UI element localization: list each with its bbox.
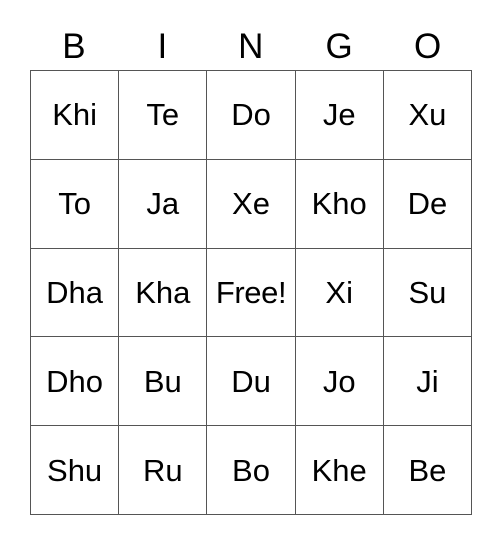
bingo-cell[interactable]: Ru [119, 426, 208, 515]
bingo-row: Khi Te Do Je Xu [31, 71, 473, 160]
bingo-cell[interactable]: To [31, 159, 120, 249]
bingo-cell[interactable]: Ji [383, 337, 473, 427]
bingo-cell[interactable]: Do [207, 71, 296, 160]
bingo-cell[interactable]: Bu [119, 337, 208, 427]
bingo-header-letter-b: B [62, 26, 87, 66]
bingo-cell[interactable]: Be [383, 426, 473, 515]
bingo-cell[interactable]: Kha [119, 248, 208, 338]
bingo-grid: Khi Te Do Je Xu To Ja Xe Kho De Dha Kha … [30, 70, 473, 515]
bingo-cell[interactable]: Dho [31, 337, 120, 427]
bingo-header-letter-n: N [238, 26, 264, 66]
bingo-cell[interactable]: Khe [295, 426, 384, 515]
bingo-cell[interactable]: Xi [295, 248, 384, 338]
bingo-cell[interactable]: Shu [31, 426, 120, 515]
bingo-cell[interactable]: Du [207, 337, 296, 427]
bingo-row: Dho Bu Du Jo Ji [31, 337, 473, 427]
bingo-cell-free-space[interactable]: Free! [207, 248, 296, 338]
bingo-header-letter-g: G [325, 26, 354, 66]
bingo-row: Dha Kha Free! Xi Su [31, 248, 473, 338]
bingo-cell[interactable]: Jo [295, 337, 384, 427]
bingo-cell[interactable]: Khi [31, 71, 120, 160]
bingo-cell[interactable]: Xu [383, 71, 473, 160]
bingo-row: Shu Ru Bo Khe Be [31, 426, 473, 515]
bingo-cell[interactable]: De [383, 159, 473, 249]
bingo-cell[interactable]: Te [119, 71, 208, 160]
bingo-cell[interactable]: Su [383, 248, 473, 338]
bingo-header-letter-o: O [413, 26, 442, 66]
bingo-cell[interactable]: Bo [207, 426, 296, 515]
bingo-row: To Ja Xe Kho De [31, 159, 473, 249]
bingo-cell[interactable]: Kho [295, 159, 384, 249]
bingo-card: B I N G O Khi Te Do Je Xu To Ja Xe Kho D… [30, 22, 473, 515]
bingo-cell[interactable]: Je [295, 71, 384, 160]
bingo-cell[interactable]: Dha [31, 248, 120, 338]
bingo-cell[interactable]: Xe [207, 159, 296, 249]
bingo-header-row: B I N G O [30, 22, 472, 70]
bingo-cell[interactable]: Ja [119, 159, 208, 249]
bingo-header-letter-i: I [157, 26, 168, 66]
